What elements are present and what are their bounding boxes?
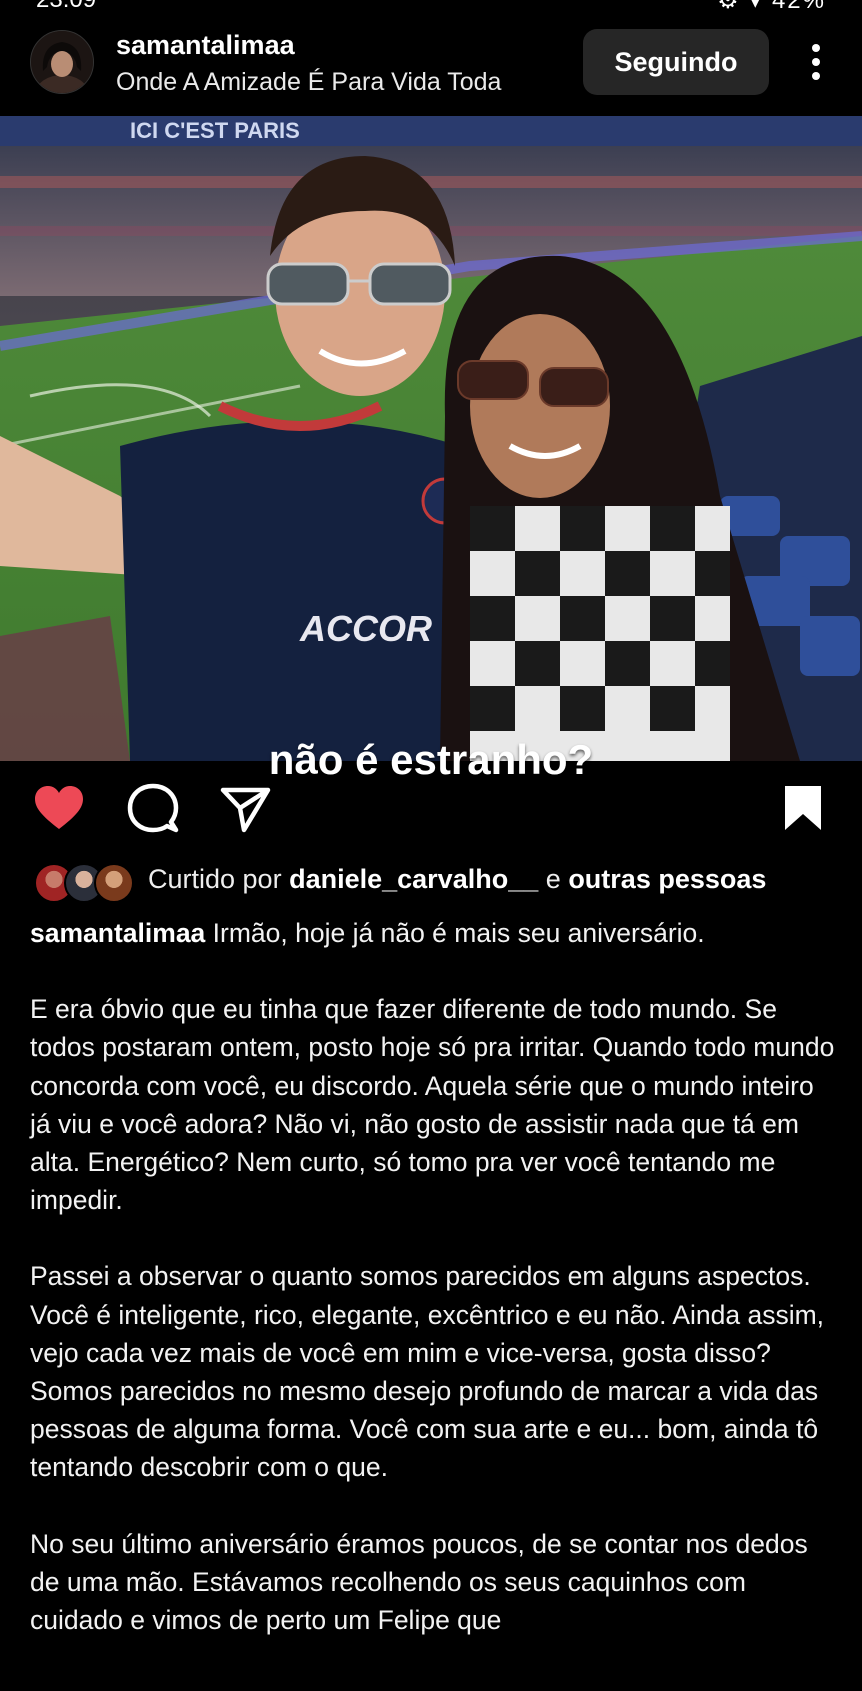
caption-paragraph: samantalimaa Irmão, hoje já não é mais s… [30,914,840,952]
post-header: samantalimaa Onde A Amizade É Para Vida … [0,12,862,116]
post-actions [0,776,862,846]
liked-by-others[interactable]: outras pessoas [568,864,766,894]
liked-by-user[interactable]: daniele_carvalho__ [289,864,538,894]
liked-by-prefix: Curtido por [148,864,282,894]
status-bar: 23:09 ⚙ ▾ 42% [0,0,862,12]
liked-by-text[interactable]: Curtido por daniele_carvalho__ e outras … [148,864,766,895]
heart-icon[interactable] [32,782,86,836]
stadium-banner-text: ICI C'EST PARIS [130,118,300,143]
liker-avatar [94,863,134,903]
share-icon[interactable] [218,782,272,836]
post-image[interactable]: ACCOR LIVE LIMITLESS ICI C'EST PARIS [0,116,862,761]
liked-by-row[interactable]: Curtido por daniele_carvalho__ e outras … [30,858,850,906]
caption-paragraph: Passei a observar o quanto somos parecid… [30,1261,825,1483]
caption-username[interactable]: samantalimaa [30,918,205,948]
comment-icon[interactable] [126,782,180,836]
post-subtitle[interactable]: Onde A Amizade É Para Vida Toda [116,68,501,97]
status-time: 23:09 [36,0,96,12]
following-button[interactable]: Seguindo [583,29,769,95]
avatar[interactable] [30,30,94,94]
bookmark-icon[interactable] [776,782,830,836]
post-caption: samantalimaa Irmão, hoje já não é mais s… [30,914,840,1677]
liked-by-joiner: e [545,864,561,894]
caption-text: Irmão, hoje já não é mais seu aniversári… [212,918,705,948]
more-vertical-icon[interactable] [800,42,832,82]
post-username[interactable]: samantalimaa [116,30,295,61]
status-icons: ⚙ ▾ 42% [717,0,826,12]
caption-paragraph: E era óbvio que eu tinha que fazer difer… [30,994,835,1216]
caption-paragraph: No seu último aniversário éramos poucos,… [30,1528,808,1636]
